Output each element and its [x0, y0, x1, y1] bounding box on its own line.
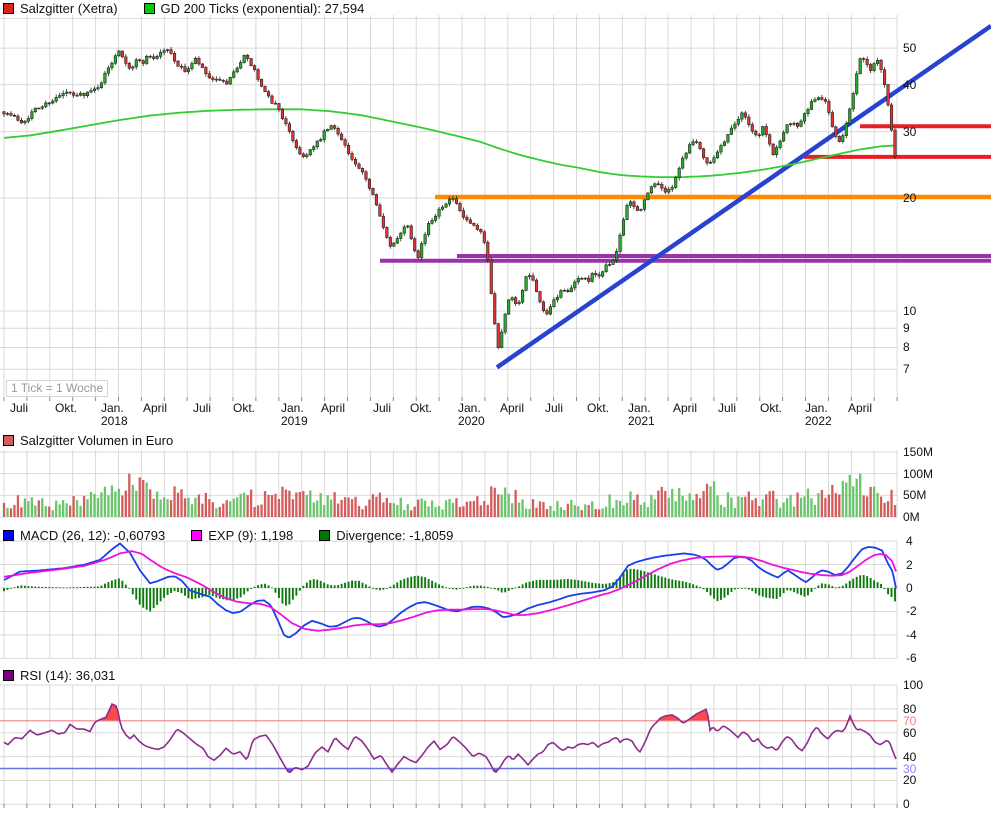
legend-label: Divergence: -1,8059 [336, 528, 453, 543]
x-tick-year-label: 2021 [628, 415, 655, 427]
y-tick-label: 20 [903, 774, 916, 786]
y-tick-label: 50M [903, 489, 926, 501]
legend-label: Salzgitter Volumen in Euro [20, 433, 173, 448]
legend-label: MACD (26, 12): -0,60793 [20, 528, 165, 543]
legend-label: EXP (9): 1,198 [208, 528, 293, 543]
x-tick-label: April [143, 402, 167, 414]
x-tick-label: Jan. [805, 402, 828, 414]
y-tick-label: 150M [903, 446, 933, 458]
x-tick-label: April [500, 402, 524, 414]
legend-swatch-icon [3, 3, 14, 14]
legend-item: MACD (26, 12): -0,60793 [3, 528, 165, 543]
legend-item: RSI (14): 36,031 [3, 668, 115, 683]
y-tick-label: 2 [906, 559, 913, 571]
legend-label: RSI (14): 36,031 [20, 668, 115, 683]
x-tick-label: Jan. [458, 402, 481, 414]
x-tick-label: Jan. [281, 402, 304, 414]
y-tick-label: 10 [903, 305, 916, 317]
y-tick-label: 20 [903, 192, 916, 204]
legend-item: Divergence: -1,8059 [319, 528, 453, 543]
y-tick-label: 50 [903, 42, 916, 54]
x-tick-label: Jan. [628, 402, 651, 414]
legend-item: Salzgitter (Xetra) [3, 1, 118, 16]
x-tick-label: April [321, 402, 345, 414]
x-tick-year-label: 2020 [458, 415, 485, 427]
x-tick-year-label: 2018 [101, 415, 128, 427]
legend-swatch-icon [319, 530, 330, 541]
legend-swatch-icon [3, 530, 14, 541]
x-tick-label: Juli [718, 402, 736, 414]
y-tick-label: 60 [903, 727, 916, 739]
y-tick-label: -4 [906, 629, 917, 641]
tick-interval-note: 1 Tick = 1 Woche [6, 380, 108, 397]
legend-label: Salzgitter (Xetra) [20, 1, 118, 16]
y-tick-label: -2 [906, 605, 917, 617]
rsi-panel-legend: RSI (14): 36,031 [3, 668, 141, 683]
y-tick-label: 4 [906, 535, 913, 547]
y-tick-label: 0 [903, 798, 910, 810]
y-tick-label: 30 [903, 126, 916, 138]
legend-label: GD 200 Ticks (exponential): 27,594 [161, 1, 365, 16]
legend-item: GD 200 Ticks (exponential): 27,594 [144, 1, 365, 16]
y-tick-label: 100M [903, 468, 933, 480]
x-tick-year-label: 2019 [281, 415, 308, 427]
x-tick-label: Juli [193, 402, 211, 414]
x-tick-label: April [673, 402, 697, 414]
y-tick-label: 70 [903, 715, 916, 727]
y-tick-label: 8 [903, 341, 910, 353]
x-tick-label: Juli [10, 402, 28, 414]
x-tick-year-label: 2022 [805, 415, 832, 427]
x-tick-label: Okt. [410, 402, 432, 414]
price-panel-legend: Salzgitter (Xetra) GD 200 Ticks (exponent… [3, 1, 390, 16]
legend-swatch-icon [3, 435, 14, 446]
x-tick-label: Jan. [101, 402, 124, 414]
x-tick-label: April [848, 402, 872, 414]
legend-swatch-icon [191, 530, 202, 541]
y-tick-label: 40 [903, 751, 916, 763]
legend-swatch-icon [144, 3, 155, 14]
macd-panel-legend: MACD (26, 12): -0,60793 EXP (9): 1,198 Div… [3, 528, 479, 543]
x-tick-label: Juli [545, 402, 563, 414]
y-tick-label: 40 [903, 79, 916, 91]
y-tick-label: -6 [906, 652, 917, 664]
x-tick-label: Okt. [760, 402, 782, 414]
y-tick-label: 7 [903, 363, 910, 375]
chart-root: Salzgitter (Xetra) GD 200 Ticks (exponent… [0, 0, 991, 814]
legend-item: Salzgitter Volumen in Euro [3, 433, 173, 448]
y-tick-label: 0M [903, 511, 920, 523]
legend-item: EXP (9): 1,198 [191, 528, 293, 543]
y-tick-label: 100 [903, 679, 923, 691]
x-tick-label: Okt. [55, 402, 77, 414]
volume-panel-legend: Salzgitter Volumen in Euro [3, 433, 199, 448]
x-tick-label: Okt. [233, 402, 255, 414]
y-tick-label: 0 [906, 582, 913, 594]
x-tick-label: Juli [373, 402, 391, 414]
x-tick-label: Okt. [587, 402, 609, 414]
legend-swatch-icon [3, 670, 14, 681]
y-tick-label: 9 [903, 322, 910, 334]
